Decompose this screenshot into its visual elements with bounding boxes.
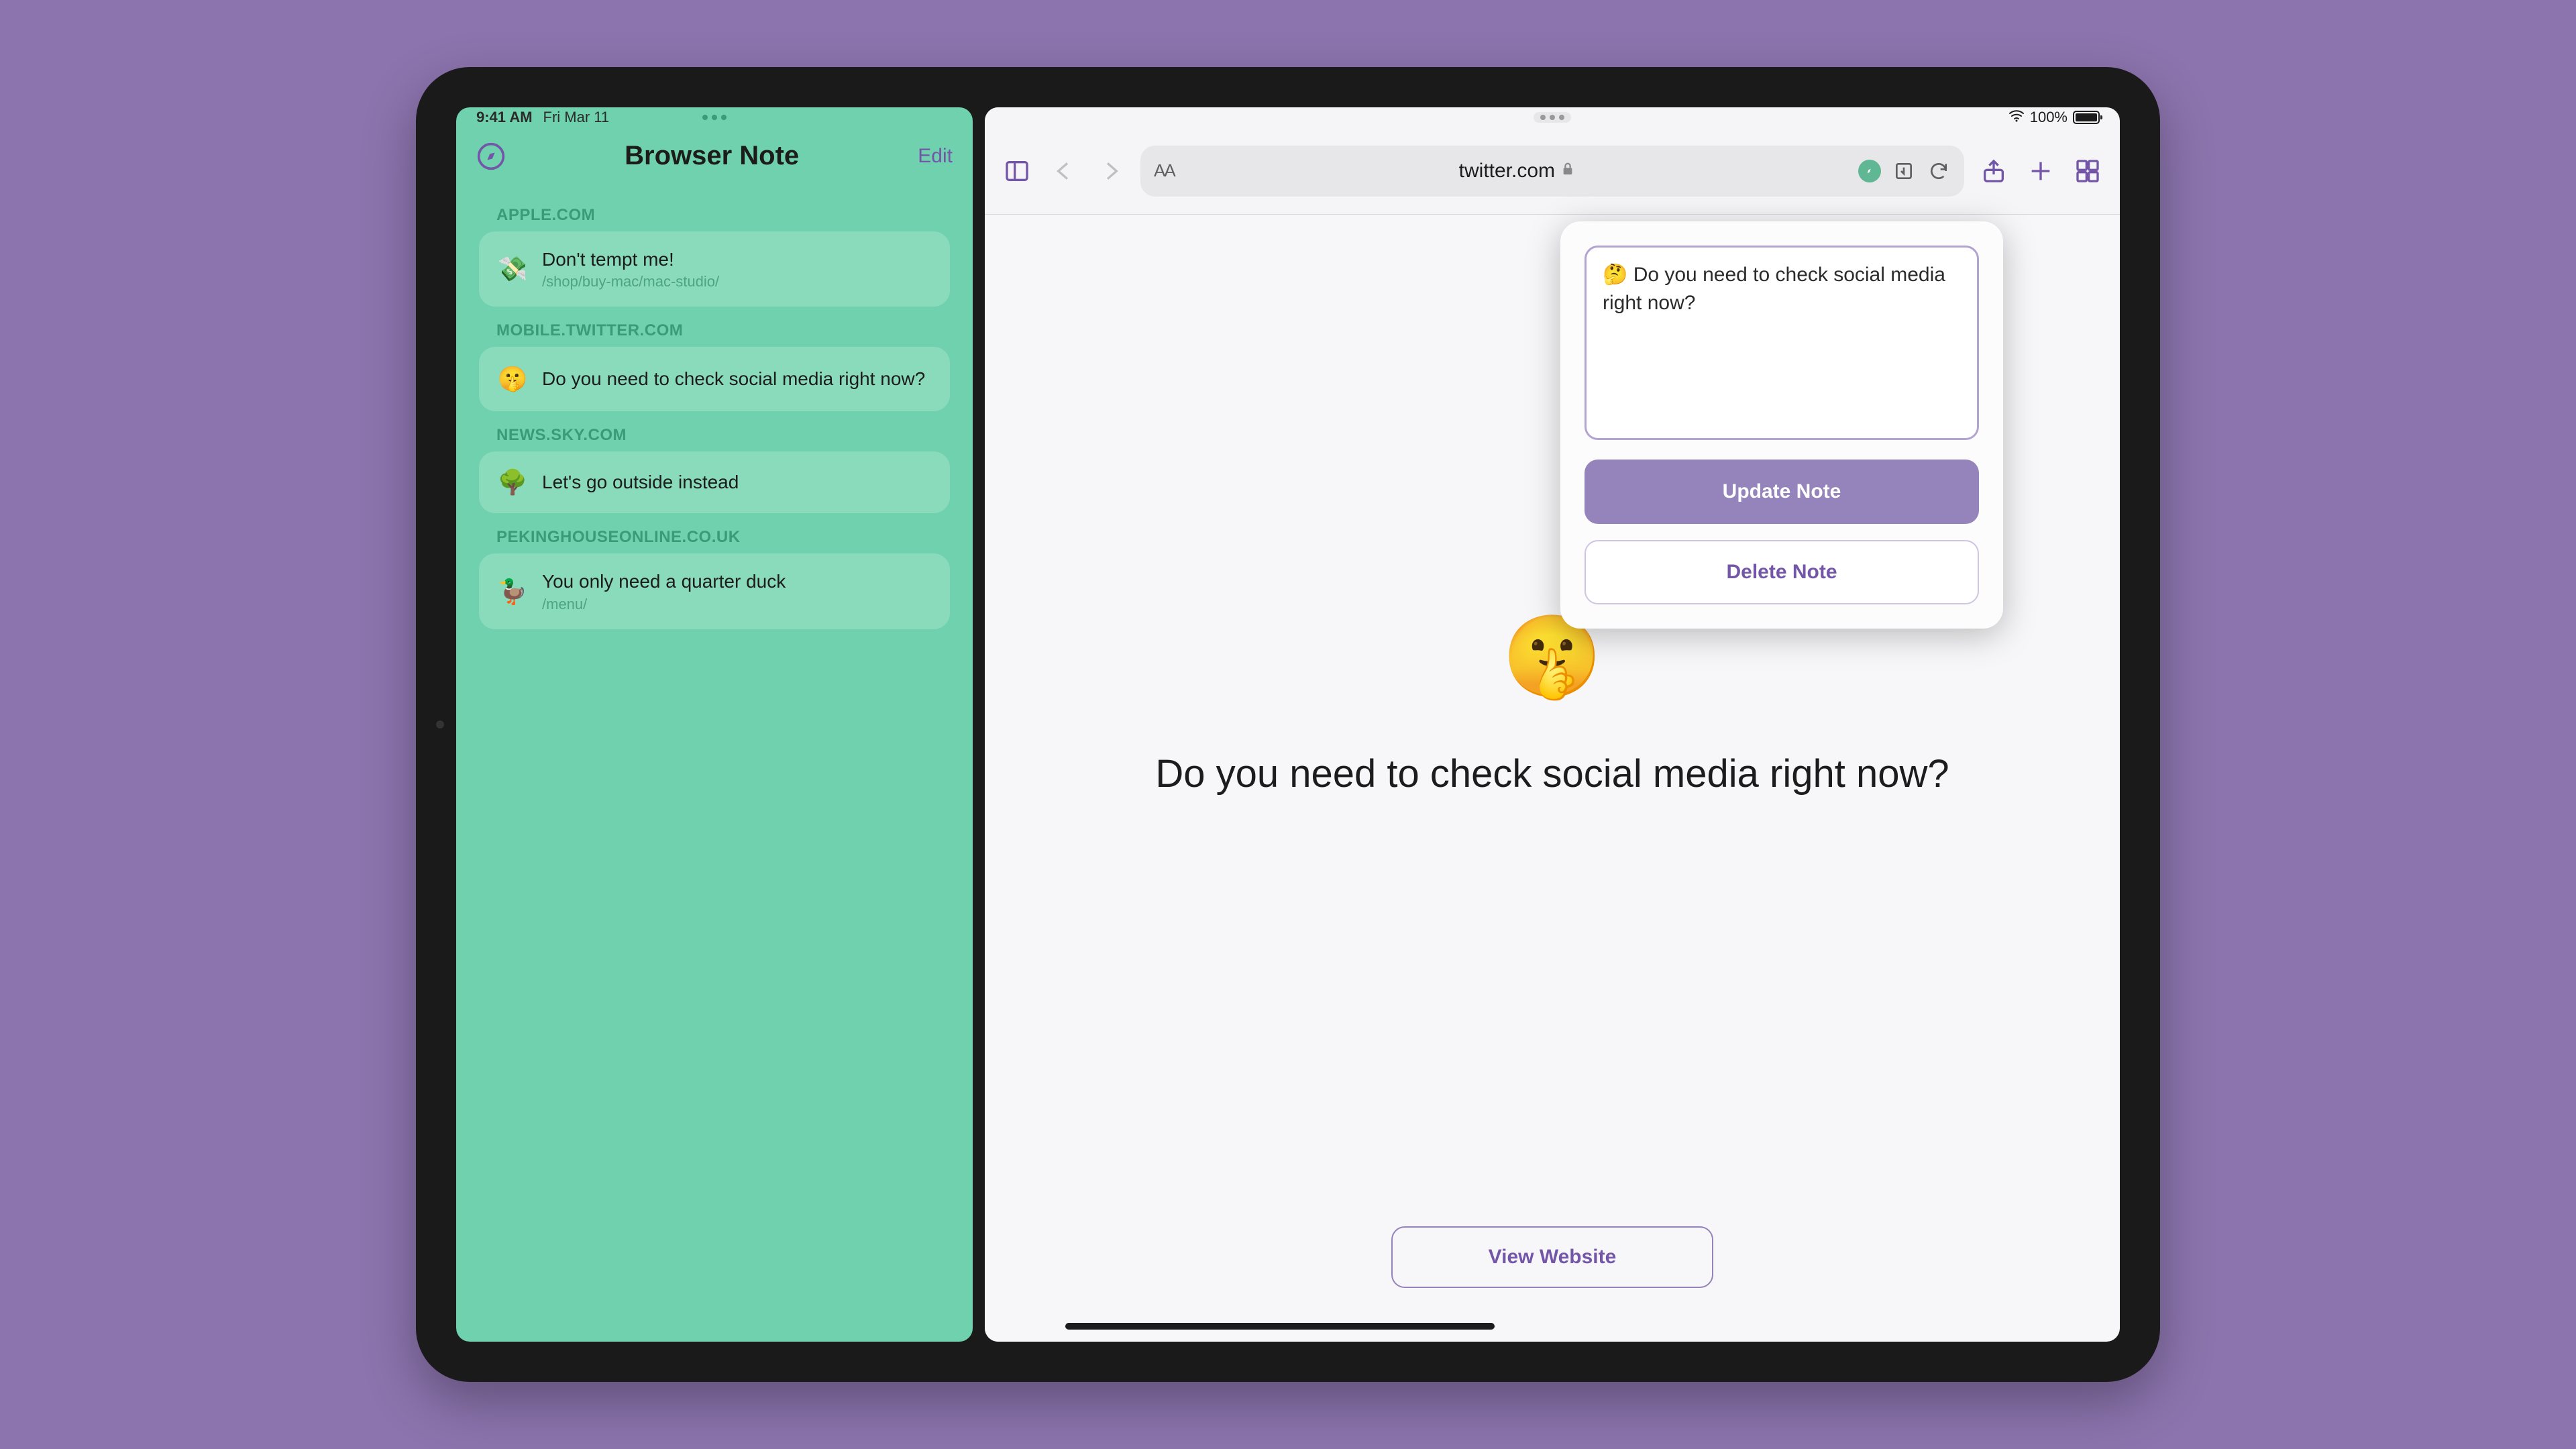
note-emoji-icon: 💸 bbox=[498, 254, 527, 284]
delete-note-button[interactable]: Delete Note bbox=[1585, 540, 1979, 604]
view-website-button[interactable]: View Website bbox=[1391, 1226, 1713, 1288]
section-domain: NEWS.SKY.COM bbox=[496, 426, 950, 445]
note-path: /menu/ bbox=[542, 596, 931, 613]
address-bar[interactable]: AA twitter.com bbox=[1140, 146, 1964, 197]
reader-mode-icon[interactable] bbox=[1892, 159, 1916, 183]
new-tab-icon[interactable] bbox=[2023, 154, 2058, 189]
note-title: Let's go outside instead bbox=[542, 470, 931, 494]
ipad-camera bbox=[436, 720, 444, 729]
note-card[interactable]: 💸 Don't tempt me! /shop/buy-mac/mac-stud… bbox=[479, 231, 950, 307]
multitask-dots-icon[interactable] bbox=[702, 115, 727, 120]
ipad-device-frame: 9:41 AM Fri Mar 11 Browser Note Edit APP… bbox=[416, 67, 2160, 1382]
safari-compass-icon[interactable] bbox=[476, 142, 506, 171]
app-title: Browser Note bbox=[506, 141, 918, 171]
safari-toolbar: AA twitter.com bbox=[985, 127, 2120, 215]
browser-note-app: 9:41 AM Fri Mar 11 Browser Note Edit APP… bbox=[456, 107, 973, 1342]
note-textarea[interactable] bbox=[1585, 246, 1979, 440]
status-bar-left: 9:41 AM Fri Mar 11 bbox=[456, 107, 973, 127]
battery-percentage: 100% bbox=[2030, 109, 2068, 126]
ipad-screen: 9:41 AM Fri Mar 11 Browser Note Edit APP… bbox=[456, 107, 2120, 1342]
home-indicator[interactable] bbox=[1065, 1323, 1495, 1330]
text-size-icon[interactable]: AA bbox=[1154, 160, 1175, 181]
update-note-button[interactable]: Update Note bbox=[1585, 460, 1979, 524]
note-popover: Update Note Delete Note bbox=[1560, 221, 2003, 629]
note-card[interactable]: 🤫 Do you need to check social media righ… bbox=[479, 347, 950, 411]
wifi-icon bbox=[2008, 107, 2025, 127]
note-emoji-icon: 🦆 bbox=[498, 577, 527, 606]
section-domain: APPLE.COM bbox=[496, 206, 950, 225]
note-emoji-icon: 🌳 bbox=[498, 468, 527, 497]
section-domain: PEKINGHOUSEONLINE.CO.UK bbox=[496, 528, 950, 547]
share-icon[interactable] bbox=[1976, 154, 2011, 189]
note-emoji-icon: 🤫 bbox=[498, 364, 527, 394]
lock-icon bbox=[1562, 162, 1574, 180]
extension-compass-icon[interactable] bbox=[1858, 160, 1881, 182]
note-path: /shop/buy-mac/mac-studio/ bbox=[542, 273, 931, 290]
status-bar-right: 100% bbox=[985, 107, 2120, 127]
note-card[interactable]: 🌳 Let's go outside instead bbox=[479, 451, 950, 513]
sidebar-toggle-icon[interactable] bbox=[1000, 154, 1034, 189]
notes-list: APPLE.COM 💸 Don't tempt me! /shop/buy-ma… bbox=[456, 191, 973, 629]
app-header: Browser Note Edit bbox=[456, 127, 973, 191]
note-title: Do you need to check social media right … bbox=[542, 367, 931, 391]
edit-button[interactable]: Edit bbox=[918, 145, 953, 168]
forward-icon[interactable] bbox=[1093, 154, 1128, 189]
page-message: Do you need to check social media right … bbox=[1155, 751, 1949, 796]
note-title: You only need a quarter duck bbox=[542, 570, 931, 594]
note-title: Don't tempt me! bbox=[542, 248, 931, 272]
reload-icon[interactable] bbox=[1927, 159, 1951, 183]
url-text: twitter.com bbox=[1459, 160, 1555, 182]
page-content: 🤫 Do you need to check social media righ… bbox=[985, 215, 2120, 1342]
section-domain: MOBILE.TWITTER.COM bbox=[496, 321, 950, 340]
status-time: 9:41 AM bbox=[476, 109, 533, 126]
back-icon[interactable] bbox=[1046, 154, 1081, 189]
multitask-dots-icon[interactable] bbox=[1534, 112, 1571, 123]
note-card[interactable]: 🦆 You only need a quarter duck /menu/ bbox=[479, 553, 950, 629]
tabs-grid-icon[interactable] bbox=[2070, 154, 2105, 189]
battery-icon bbox=[2073, 111, 2100, 124]
status-date: Fri Mar 11 bbox=[543, 109, 610, 126]
safari-app: 100% AA twitter.com bbox=[985, 107, 2120, 1342]
